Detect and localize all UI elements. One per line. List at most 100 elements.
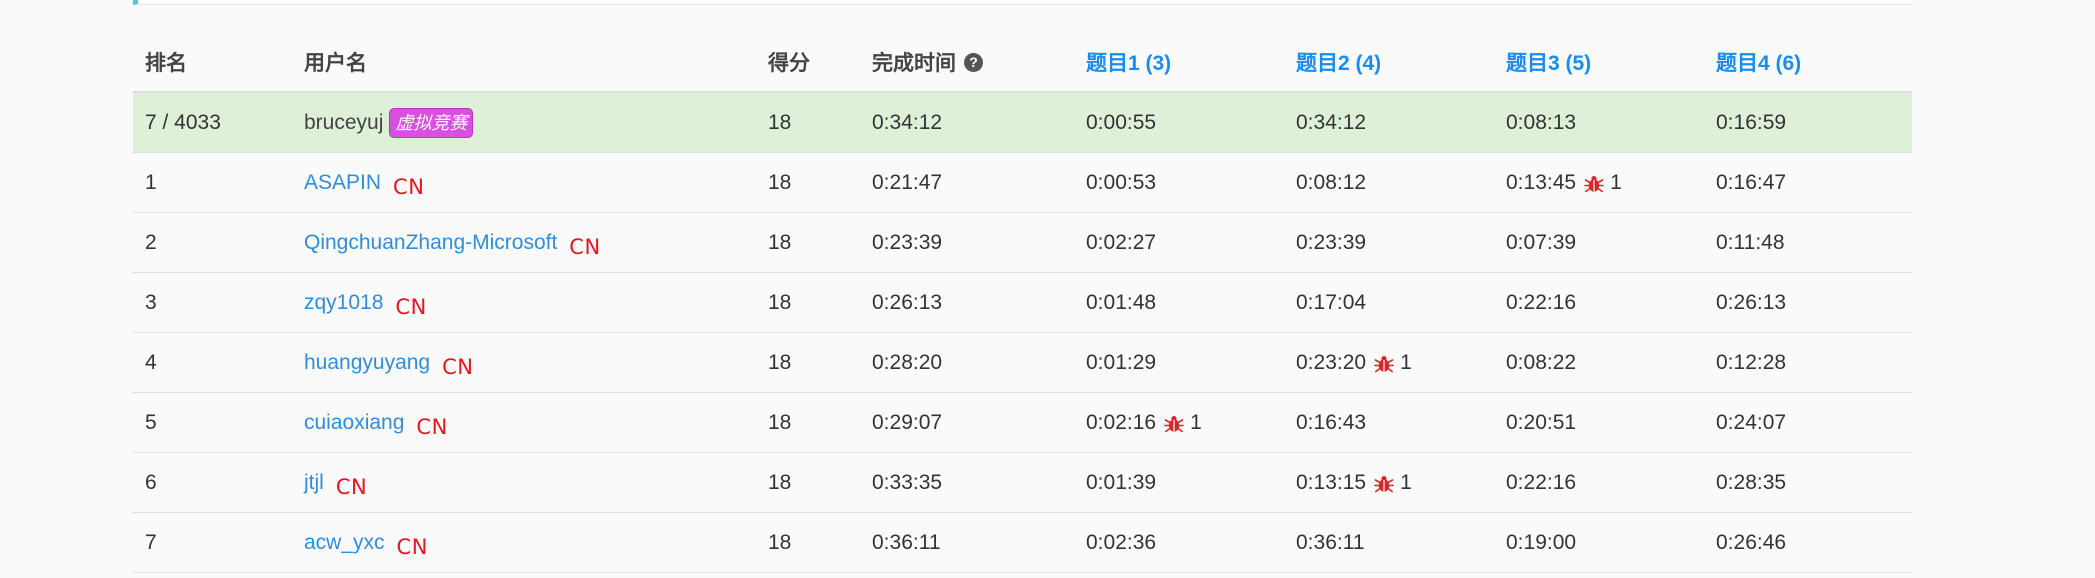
bug-icon [1164,414,1184,434]
q1-cell: 0:02:36 [1074,531,1284,555]
header-finish-time: 完成时间 ? [860,47,1074,77]
score: 18 [768,350,792,374]
q3-cell: 0:22:16 [1494,471,1704,495]
q4-cell: 0:28:35 [1704,471,1904,495]
region-label: CN [416,414,448,439]
rank: 5 [145,410,157,434]
my-q2-time: 0:34:12 [1296,110,1367,134]
table-row: 6 jtjl CN 18 0:33:35 0:01:39 0:13:15 1 0:22:16 0:… [133,453,1912,513]
q4-time: 0:11:48 [1716,230,1785,254]
ranking-table: 排名 用户名 得分 完成时间 ? 题目1 (3) 题目2 (4) 题目3 (5)… [133,33,1912,573]
q1-time: 0:02:36 [1086,530,1157,554]
region-label: CN [396,534,428,559]
username-link[interactable]: acw_yxc [304,531,385,555]
q3-cell: 0:19:00 [1494,531,1704,555]
region-label: CN [442,354,474,379]
q2-cell: 0:23:39 [1284,231,1494,255]
username-link[interactable]: ASAPIN [304,171,381,195]
bug-icon [1584,174,1604,194]
q2-cell: 0:08:12 [1284,171,1494,195]
header-question-2[interactable]: 题目2 (4) [1284,47,1494,77]
contest-info-panel-edge [133,0,1912,5]
my-score: 18 [768,110,792,134]
username-link[interactable]: zqy1018 [304,291,383,315]
q3-cell: 0:22:16 [1494,291,1704,315]
username-cell: QingchuanZhang-Microsoft CN [292,231,756,259]
q4-time: 0:16:47 [1716,170,1787,194]
q3-cell: 0:20:51 [1494,411,1704,435]
q1-cell: 0:01:39 [1074,471,1284,495]
q1-cell: 0:00:53 [1074,171,1284,195]
region-label: CN [335,474,368,499]
bug-icon [1374,474,1394,494]
q2-time: 0:23:39 [1296,230,1367,254]
finish-time: 0:33:35 [872,470,943,494]
q1-time: 0:01:39 [1086,470,1157,494]
username-cell: ASAPIN CN [292,171,756,199]
q3-time: 0:22:16 [1506,290,1577,314]
region-label: CN [395,294,427,319]
rank: 2 [145,230,157,254]
username-cell: acw_yxc CN [292,531,756,559]
my-username: bruceyuj [304,110,384,134]
q4-cell: 0:26:13 [1704,291,1904,315]
username-link[interactable]: cuiaoxiang [304,411,404,435]
finish-time: 0:36:11 [872,530,941,554]
q2-cell: 0:13:15 1 [1284,471,1494,495]
username-cell: huangyuyang CN [292,351,756,379]
username-link[interactable]: huangyuyang [304,351,430,375]
rank: 1 [145,170,157,194]
q1-time: 0:01:48 [1086,290,1157,314]
q2-cell: 0:23:20 1 [1284,351,1494,375]
q3-time: 0:13:45 [1506,170,1577,194]
score: 18 [768,410,792,434]
q3-time: 0:07:39 [1506,230,1577,254]
score: 18 [768,470,792,494]
table-row: 3 zqy1018 CN 18 0:26:13 0:01:48 0:17:04 0:22:16… [133,273,1912,333]
q1-time: 0:02:16 [1086,410,1157,434]
wrong-submission-count: 1 [1610,170,1622,194]
header-username: 用户名 [304,52,367,75]
q2-time: 0:23:20 [1296,350,1367,374]
q2-time: 0:17:04 [1296,290,1367,314]
question-circle-icon[interactable]: ? [964,52,983,72]
header-finish-time-label: 完成时间 [872,52,956,75]
q1-time: 0:01:29 [1086,350,1157,374]
q3-time: 0:20:51 [1506,410,1577,434]
q2-time: 0:08:12 [1296,170,1367,194]
q1-cell: 0:01:29 [1074,351,1284,375]
q4-cell: 0:11:48 [1704,231,1904,255]
q4-time: 0:26:46 [1716,530,1787,554]
finish-time: 0:23:39 [872,230,943,254]
q4-cell: 0:12:28 [1704,351,1904,375]
username-cell: jtjl CN [292,471,756,499]
username-cell: zqy1018 CN [292,291,756,319]
q4-time: 0:24:07 [1716,410,1787,434]
q4-cell: 0:16:47 [1704,171,1904,195]
q1-cell: 0:02:27 [1074,231,1284,255]
finish-time: 0:21:47 [872,170,943,194]
q2-cell: 0:17:04 [1284,291,1494,315]
finish-time: 0:28:20 [872,350,943,374]
username-link[interactable]: QingchuanZhang-Microsoft [304,231,557,255]
rank: 6 [145,470,157,494]
score: 18 [768,530,792,554]
my-finish-time: 0:34:12 [872,110,943,134]
ranking-rows: 1 ASAPIN CN 18 0:21:47 0:00:53 0:08:12 0:13:45 1… [133,153,1912,573]
q1-cell: 0:01:48 [1074,291,1284,315]
my-q1-time: 0:00:55 [1086,110,1157,134]
q4-cell: 0:26:46 [1704,531,1904,555]
rank: 3 [145,290,157,314]
header-question-4[interactable]: 题目4 (6) [1704,47,1904,77]
my-rank: 7 / 4033 [145,110,221,134]
score: 18 [768,290,792,314]
table-row: 4 huangyuyang CN 18 0:28:20 0:01:29 0:23:20 1 0:… [133,333,1912,393]
my-q4-time: 0:16:59 [1716,110,1787,134]
score: 18 [768,170,792,194]
header-question-1[interactable]: 题目1 (3) [1074,47,1284,77]
table-header: 排名 用户名 得分 完成时间 ? 题目1 (3) 题目2 (4) 题目3 (5)… [133,33,1912,93]
header-score: 得分 [768,52,810,75]
q2-time: 0:13:15 [1296,470,1367,494]
header-question-3[interactable]: 题目3 (5) [1494,47,1704,77]
username-link[interactable]: jtjl [304,471,324,495]
